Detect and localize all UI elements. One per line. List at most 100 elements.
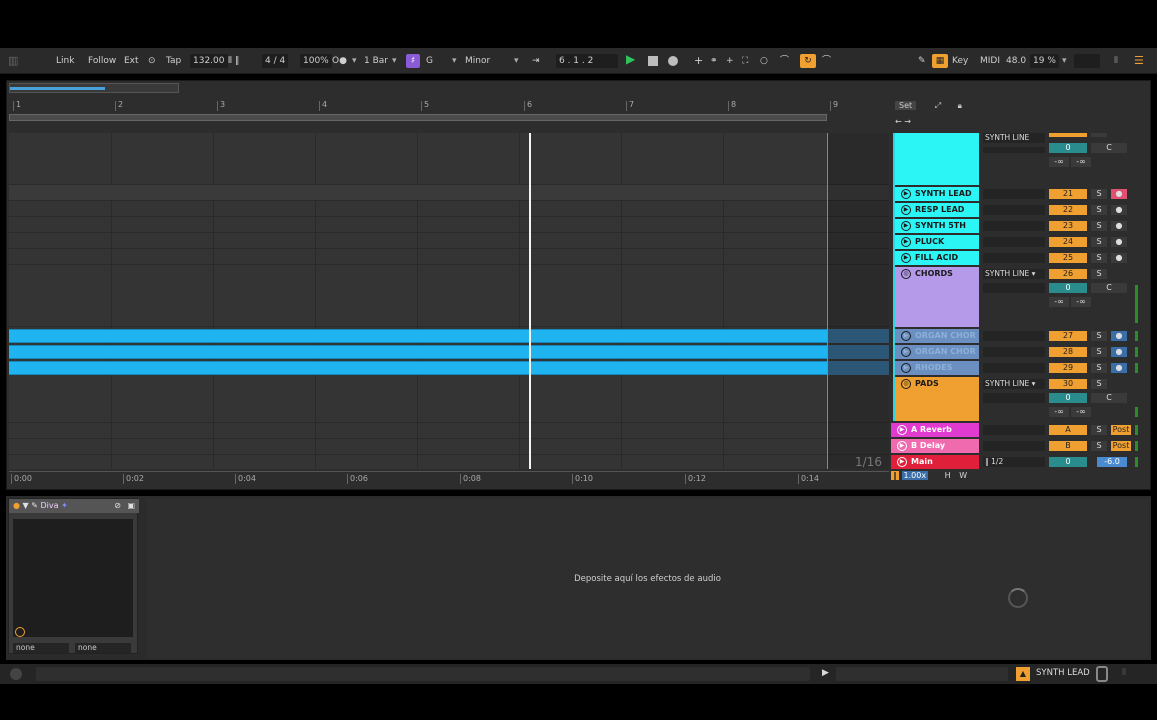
group-fold-icon[interactable]: ◎	[901, 269, 911, 279]
ext-button[interactable]: Ext	[124, 54, 139, 68]
track-number[interactable]: 25	[1049, 253, 1087, 263]
device-fold-icon[interactable]: ▼	[23, 501, 29, 510]
track-lane[interactable]	[9, 233, 889, 249]
midi-clip[interactable]	[9, 345, 827, 359]
quantize-chevron-icon[interactable]: ▾	[392, 54, 397, 68]
track-organ-chor-2[interactable]: ▶ ORGAN CHOR 28 S ●	[891, 345, 1151, 359]
track-number[interactable]: 22	[1049, 205, 1087, 215]
solo-button[interactable]: S	[1091, 269, 1107, 279]
track-name[interactable]: ▶ A Reverb	[891, 423, 979, 437]
h-button[interactable]: H	[945, 471, 951, 480]
loop-brace[interactable]	[9, 114, 827, 121]
clip-play-icon[interactable]: ▶	[901, 347, 911, 357]
routing-field[interactable]	[983, 253, 1045, 263]
routing-field[interactable]	[983, 425, 1045, 435]
output-routing[interactable]	[983, 393, 1045, 403]
quantize-select[interactable]: 1 Bar	[364, 54, 388, 68]
track-name[interactable]: ◎ CHORDS	[895, 267, 979, 281]
output-routing[interactable]	[983, 283, 1045, 293]
key-select[interactable]: G	[426, 54, 433, 68]
scale-select[interactable]: Minor	[465, 54, 490, 68]
track-lane[interactable]	[9, 185, 889, 201]
left-arrow-icon[interactable]: ←	[895, 117, 902, 126]
scroll-arrows[interactable]: ← →	[895, 117, 911, 126]
main-volume-field[interactable]: -6.0	[1097, 457, 1127, 467]
punch-in-icon[interactable]: ⌒	[780, 54, 789, 68]
play-icon[interactable]: ▶	[626, 52, 635, 66]
keyboard-icon[interactable]: ▦	[932, 54, 948, 68]
stop-button[interactable]	[648, 56, 658, 66]
reenable-automation-icon[interactable]: +	[726, 54, 734, 68]
track-play-icon[interactable]: ▶	[897, 457, 907, 467]
midi-clip[interactable]	[9, 361, 827, 375]
track-lane[interactable]	[9, 201, 889, 217]
track-name[interactable]: ▶ SYNTH 5TH	[895, 219, 979, 233]
volume-field[interactable]: 0	[1049, 393, 1087, 403]
track-lane[interactable]	[9, 423, 889, 439]
scale-chevron-icon[interactable]: ▾	[514, 54, 519, 68]
solo-button[interactable]	[1091, 133, 1107, 137]
solo-button[interactable]: S	[1091, 379, 1107, 389]
solo-button[interactable]: S	[1091, 253, 1107, 263]
device-view-icon[interactable]	[1096, 666, 1108, 682]
routing-field[interactable]	[983, 221, 1045, 231]
device-diva[interactable]: ● ▼ ✎ Diva ✦ ⊘ ▣ none none	[8, 498, 139, 654]
expand-arrow-icon[interactable]: ▶	[822, 668, 829, 678]
return-letter[interactable]: B	[1049, 441, 1087, 451]
grid-quantization-label[interactable]: 1/16	[855, 455, 882, 469]
track-name[interactable]: ▶ RHODES	[895, 361, 979, 375]
expand-icon[interactable]: ⤢	[935, 101, 941, 110]
cpu-chevron-icon[interactable]: ▾	[1062, 54, 1067, 68]
punch-out-icon[interactable]: ⌒	[822, 54, 831, 68]
solo-button[interactable]: S	[1091, 363, 1107, 373]
input-routing[interactable]: SYNTH LINE ▾	[983, 379, 1045, 389]
post-button[interactable]: Post	[1111, 425, 1131, 435]
pan-field[interactable]: C	[1091, 283, 1127, 293]
macro-select-1[interactable]: none	[13, 643, 69, 653]
beat-ruler[interactable]: 1 2 3 4 5 6 7 8 9	[9, 101, 889, 113]
key-map-button[interactable]: Key	[952, 54, 968, 68]
automation-arm-icon[interactable]: ⚭	[710, 54, 718, 68]
track-name[interactable]: ▶ PLUCK	[895, 235, 979, 249]
routing-field[interactable]	[983, 331, 1045, 341]
solo-button[interactable]: S	[1091, 331, 1107, 341]
input-routing[interactable]: SYNTH LINE ▾	[983, 269, 1045, 279]
arrangement-clip-area[interactable]	[9, 133, 889, 469]
menu-icon[interactable]: ☰	[1134, 54, 1144, 68]
track-resp-lead[interactable]: ▶ RESP LEAD 22 S ●	[891, 203, 1151, 217]
track-lane[interactable]	[9, 217, 889, 233]
device-header[interactable]: ● ▼ ✎ Diva ✦ ⊘ ▣	[9, 499, 139, 513]
record-button[interactable]	[668, 56, 678, 66]
solo-button[interactable]: S	[1091, 237, 1107, 247]
track-number[interactable]: 26	[1049, 269, 1087, 279]
post-button[interactable]: Post	[1111, 441, 1131, 451]
track-play-icon[interactable]: ▶	[897, 425, 907, 435]
info-icon[interactable]	[10, 668, 22, 680]
track-name[interactable]: ▶ B Delay	[891, 439, 979, 453]
midi-clip[interactable]	[9, 329, 827, 343]
track-number[interactable]: 23	[1049, 221, 1087, 231]
tempo-field[interactable]: 132.00	[190, 54, 228, 68]
view-toggle-icon[interactable]: ▥	[8, 54, 18, 68]
volume-field[interactable]: 0	[1049, 457, 1087, 467]
routing-field[interactable]	[983, 363, 1045, 373]
device-display[interactable]	[13, 519, 133, 637]
input-routing[interactable]: SYNTH LINE	[983, 133, 1045, 143]
zoom-readout[interactable]: 1.00x	[901, 471, 929, 480]
track-number[interactable]: 28	[1049, 347, 1087, 357]
track-name[interactable]: ▶ ORGAN CHOR	[895, 329, 979, 343]
routing-field[interactable]	[983, 347, 1045, 357]
track-name[interactable]: ▶ FILL ACID	[895, 251, 979, 265]
tap-button[interactable]: Tap	[166, 54, 181, 68]
device-power-icon[interactable]	[15, 627, 25, 637]
solo-button[interactable]: S	[1091, 205, 1107, 215]
track-number[interactable]: 27	[1049, 331, 1087, 341]
device-on-icon[interactable]: ●	[13, 501, 20, 510]
return-letter[interactable]: A	[1049, 425, 1087, 435]
follow-button[interactable]: Follow	[88, 54, 116, 68]
track-lane[interactable]	[9, 265, 889, 327]
track-view-toggle-icon[interactable]: ▲	[1016, 667, 1030, 681]
track-name[interactable]: ▶ SYNTH LEAD	[895, 187, 979, 201]
capture-icon[interactable]: ⛶	[742, 54, 748, 68]
return-track-a-reverb[interactable]: ▶ A Reverb A S Post	[891, 423, 1151, 437]
